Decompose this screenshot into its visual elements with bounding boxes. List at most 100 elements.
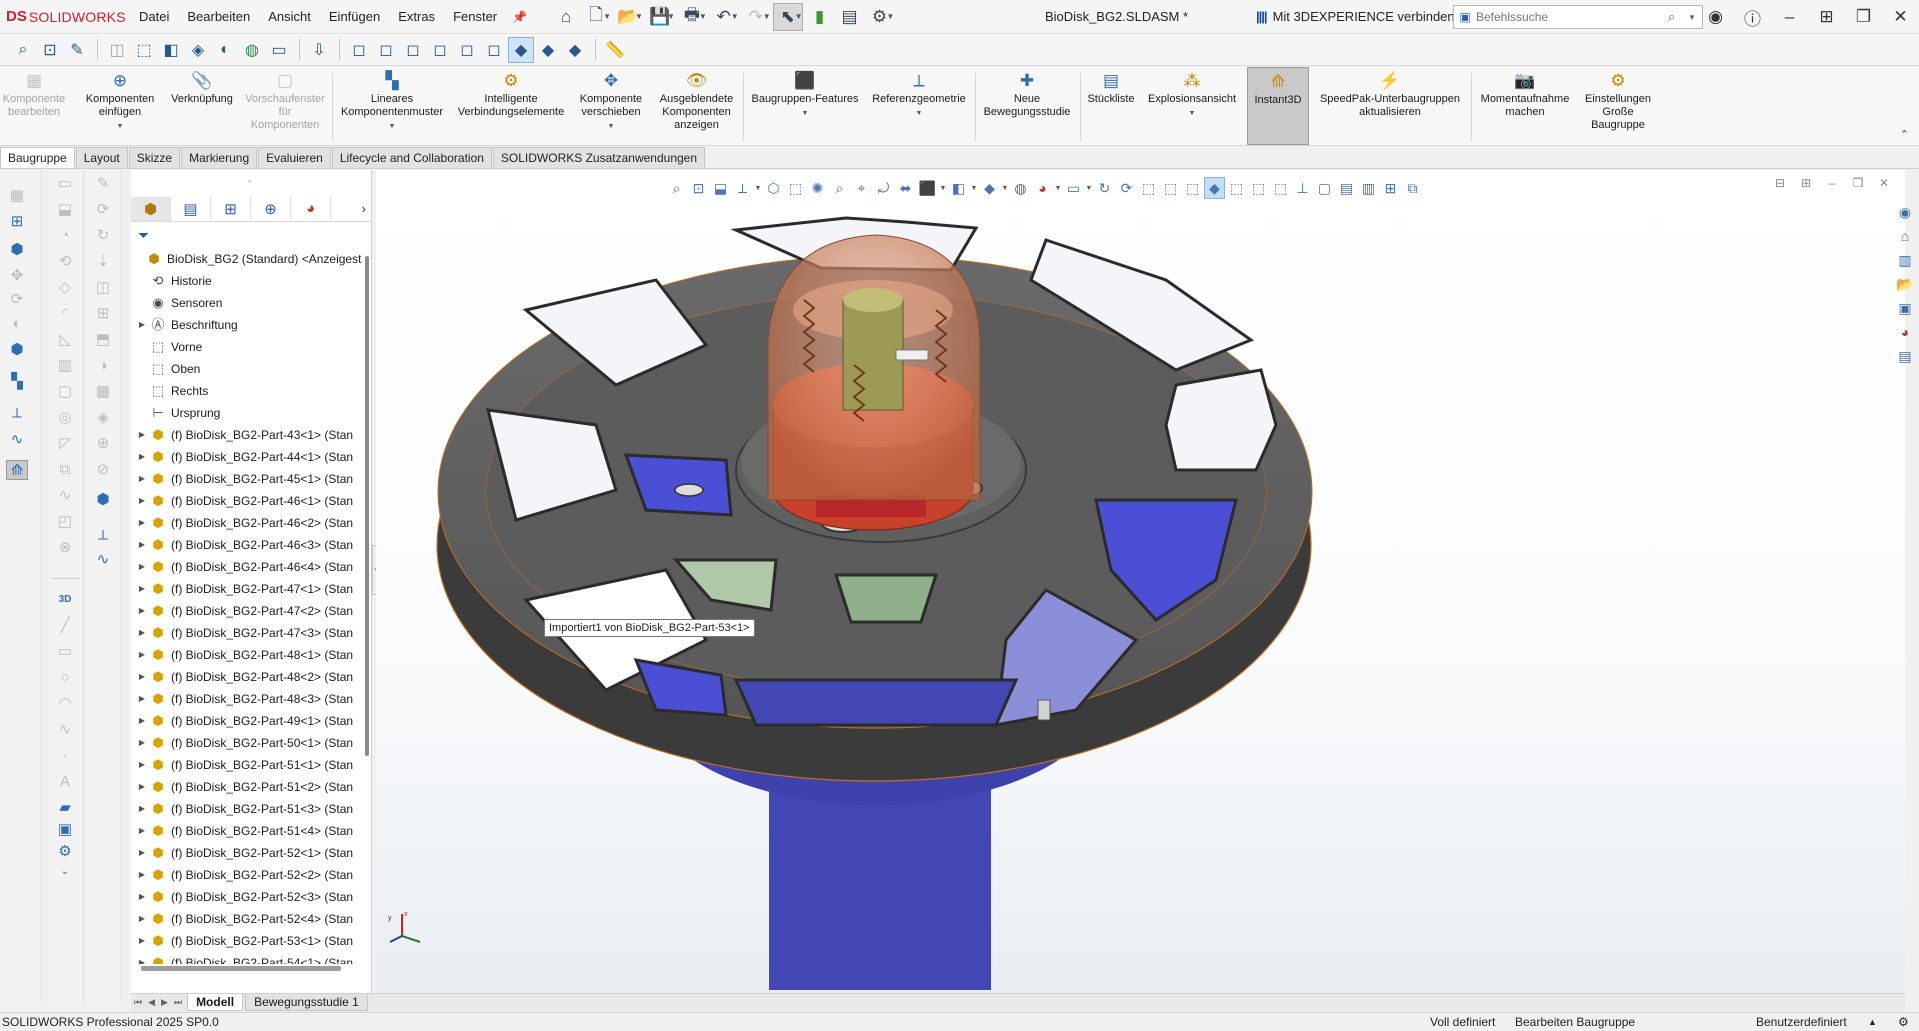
bom-button[interactable]: ▤ Stückliste [1082,71,1140,106]
show-hidden-button[interactable]: 👁 Ausgeblendete Komponenten anzeigen [654,71,739,132]
tree-part-row[interactable]: ▶ ⬢ (f) BioDisk_BG2-Part-44<1> (Stan [131,446,362,468]
insert-components-button[interactable]: ⊕ Komponenten einfügen ▼ [80,71,160,133]
strip-instant3d-icon[interactable]: ⟰ [6,460,28,480]
expand-arrow-icon[interactable]: ▶ [135,930,149,952]
mate-button[interactable]: 📎 Verknüpfung [163,71,241,106]
units-dropdown-icon[interactable]: ▲ [1868,1013,1877,1031]
appearances-scenes-icon[interactable]: ◕ [1893,320,1917,344]
collapse-ribbon-icon[interactable]: ⌃ [1900,128,1909,141]
strip3-part-icon[interactable]: ⬢ [92,490,114,510]
roll-view-icon[interactable]: ⟳ [1116,177,1137,199]
tree-part-row[interactable]: ▶ ⬢ (f) BioDisk_BG2-Part-46<1> (Stan [131,490,362,512]
strip2-curve-icon[interactable]: ∿ [54,486,76,506]
view-left-cube-icon[interactable]: ⬚ [1182,177,1203,199]
expand-arrow-icon[interactable]: ▶ [135,468,149,490]
solidworks-logo[interactable]: DS SOLIDWORKS [0,0,130,34]
expand-arrow-icon[interactable]: ▶ [135,842,149,864]
view-palette-icon[interactable]: ▣ [1893,296,1917,320]
strip2-3d-sketch-icon[interactable]: 3D [54,590,76,610]
undo-dropdown-icon[interactable]: ▼ [731,12,739,21]
tree-part-row[interactable]: ▶ ⬢ (f) BioDisk_BG2-Part-51<1> (Stan [131,754,362,776]
pan-view-icon[interactable]: ⬌ [895,177,916,199]
strip3-l-icon[interactable]: ⊘ [92,460,114,480]
appearance-dropdown-icon[interactable]: ▼ [1001,177,1009,199]
display-style-icon-2[interactable]: ✺ [807,177,828,199]
options-dropdown-icon[interactable]: ▼ [887,12,895,21]
tree-part-row[interactable]: ▶ ⬢ (f) BioDisk_BG2-Part-47<1> (Stan [131,578,362,600]
strip2-more-icon[interactable]: ⌄ [54,862,76,882]
zoom-to-fit-icon[interactable]: ⌕ [666,177,687,199]
expand-arrow-icon[interactable]: ▶ [135,688,149,710]
strip2-loft-icon[interactable]: ◇ [54,278,76,298]
tree-part-row[interactable]: ▶ ⬢ (f) BioDisk_BG2-Part-47<3> (Stan [131,622,362,644]
apply-scene-icon[interactable]: ◍ [239,37,265,63]
tree-part-row[interactable]: ▶ ⬢ (f) BioDisk_BG2-Part-45<1> (Stan [131,468,362,490]
graphics-area[interactable]: ⌕ ⊡ ⬓ ⟂ ▼ ⬡ ⬚ ✺ ⌕ ⌖ ⤾ ⬌ ⬛ ▼ ◧ ▼ ◆ ▼ ◍ ◕ … [376,170,1905,1000]
solidworks-resources-icon[interactable]: ⌂ [1893,224,1917,248]
view-bottom-icon[interactable]: ◻ [481,37,507,63]
close-icon[interactable]: ✕ [1882,0,1919,34]
display-manager-tab-icon[interactable]: ◕ [291,196,331,221]
strip2-spline-icon[interactable]: ∿ [54,720,76,740]
expand-arrow-icon[interactable]: ▶ [135,578,149,600]
expand-arrow-icon[interactable]: ▶ [135,908,149,930]
strip3-a-icon[interactable]: ✎ [92,174,114,194]
strip3-i-icon[interactable]: ▩ [92,382,114,402]
strip2-hole-icon[interactable]: ◎ [54,408,76,428]
strip-rotate-icon[interactable]: ⟳ [6,290,28,310]
open-dropdown-icon[interactable]: ▼ [635,12,643,21]
tab-nav-first-icon[interactable]: ⏮ [131,997,145,1008]
expand-arrow-icon[interactable]: ▶ [135,490,149,512]
save-dropdown-icon[interactable]: ▼ [667,12,675,21]
apply-scene-icon-2[interactable]: ◍ [1010,177,1031,199]
view-bottom-cube-icon[interactable]: ⬚ [1270,177,1291,199]
expand-arrow-icon[interactable]: ▶ [135,886,149,908]
hide-show-icon[interactable]: ◈ [185,37,211,63]
strip2-wrap-icon[interactable]: ◰ [54,512,76,532]
zoom-to-area-icon[interactable]: ⊡ [688,177,709,199]
dynamic-annotation-icon[interactable]: ⬡ [763,177,784,199]
zoom-selection-icon[interactable]: ⌖ [851,177,872,199]
strip3-e-icon[interactable]: ◫ [92,278,114,298]
command-search-input[interactable] [1476,10,1668,24]
strip3-k-icon[interactable]: ⊕ [92,434,114,454]
strip3-ref-icon[interactable]: ⟂ [92,526,114,546]
coordinate-triad[interactable]: y x [382,908,426,952]
menu-bearbeiten[interactable]: Bearbeiten [178,0,259,34]
viewport-next-icon[interactable]: ⊞ [1793,176,1819,190]
strip3-curve-icon[interactable]: ∿ [92,550,114,570]
expand-arrow-icon[interactable]: ▶ [135,732,149,754]
tree-part-row[interactable]: ▶ ⬢ (f) BioDisk_BG2-Part-54<1> (Stan [131,952,362,964]
strip2-mirror-icon[interactable]: ⧉ [54,460,76,480]
tree-part-row[interactable]: ▶ ⬢ (f) BioDisk_BG2-Part-52<3> (Stan [131,886,362,908]
view-front-cube-icon[interactable]: ⬚ [1138,177,1159,199]
tree-part-row[interactable]: ▶ ⬢ (f) BioDisk_BG2-Part-49<1> (Stan [131,710,362,732]
tree-root-assembly[interactable]: ⬢ BioDisk_BG2 (Standard) <Anzeigestat [131,248,362,270]
strip2-text-icon[interactable]: A [54,772,76,792]
strip2-revolve-icon[interactable]: ◔ [54,226,76,246]
select-dropdown-icon[interactable]: ▼ [795,12,803,21]
view-orientation-icon[interactable]: ⬚ [131,37,157,63]
view-front-icon[interactable]: ◻ [346,37,372,63]
zoom-fit-icon[interactable]: ⌕ [10,37,36,63]
tree-part-row[interactable]: ▶ ⬢ (f) BioDisk_BG2-Part-53<1> (Stan [131,930,362,952]
expand-arrow-icon[interactable]: ▶ [135,798,149,820]
normal-to-icon-2[interactable]: ⊥ [1292,177,1313,199]
tab-layout[interactable]: Layout [75,147,128,168]
expand-arrow-icon[interactable]: ▶ [135,644,149,666]
tree-part-row[interactable]: ▶ ⬢ (f) BioDisk_BG2-Part-46<3> (Stan [131,534,362,556]
dimxpert-tab-icon[interactable]: ⊕ [251,196,291,221]
tree-item-2[interactable]: ▶ Ⓐ Beschriftung [131,314,362,336]
display-style-icon[interactable]: ◧ [158,37,184,63]
strip3-c-icon[interactable]: ↻ [92,226,114,246]
large-assembly-button[interactable]: ⚙ Einstellungen Große Baugruppe [1578,71,1658,132]
expand-arrow-icon[interactable]: ▶ [135,820,149,842]
tab-skizze[interactable]: Skizze [128,147,181,168]
custom-properties-icon[interactable]: ▤ [1893,344,1917,368]
menu-extras[interactable]: Extras [389,0,444,34]
print-dropdown-icon[interactable]: ▼ [699,12,707,21]
tree-part-row[interactable]: ▶ ⬢ (f) BioDisk_BG2-Part-52<1> (Stan [131,842,362,864]
strip-hide-icon[interactable]: ◐ [6,314,28,334]
panel-grip-icon[interactable]: ◦ [248,176,251,186]
view-settings-icon[interactable]: ▭ [266,37,292,63]
